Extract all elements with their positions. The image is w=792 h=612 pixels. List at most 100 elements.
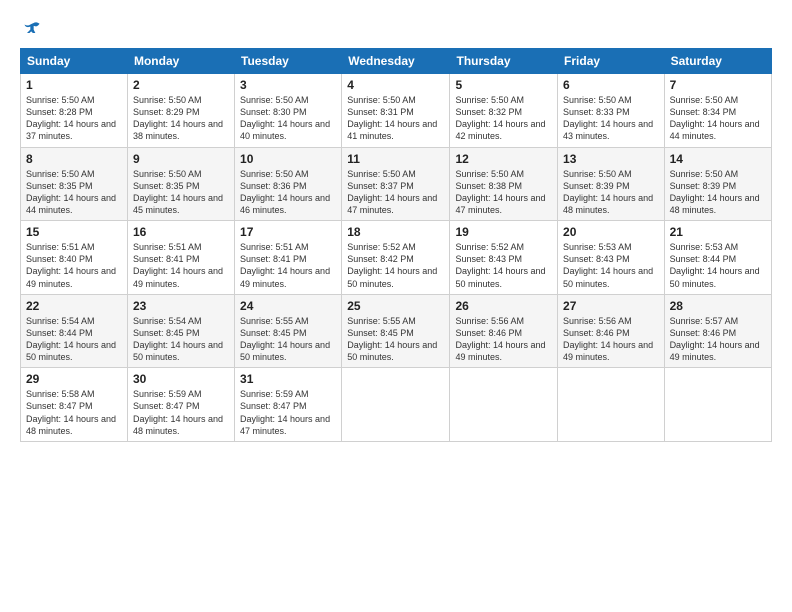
day-info: Sunrise: 5:50 AMSunset: 8:31 PMDaylight:… [347,94,444,143]
day-number: 6 [563,78,659,92]
table-row: 24 Sunrise: 5:55 AMSunset: 8:45 PMDayligh… [235,294,342,368]
day-number: 19 [455,225,552,239]
table-row: 12 Sunrise: 5:50 AMSunset: 8:38 PMDayligh… [450,147,558,221]
table-row: 4 Sunrise: 5:50 AMSunset: 8:31 PMDaylight… [342,74,450,148]
day-info: Sunrise: 5:50 AMSunset: 8:28 PMDaylight:… [26,94,122,143]
calendar-header-friday: Friday [558,49,665,74]
day-number: 7 [670,78,766,92]
day-info: Sunrise: 5:50 AMSunset: 8:38 PMDaylight:… [455,168,552,217]
day-number: 15 [26,225,122,239]
calendar-header-wednesday: Wednesday [342,49,450,74]
day-info: Sunrise: 5:59 AMSunset: 8:47 PMDaylight:… [240,388,336,437]
day-number: 25 [347,299,444,313]
table-row: 28 Sunrise: 5:57 AMSunset: 8:46 PMDayligh… [664,294,771,368]
day-info: Sunrise: 5:50 AMSunset: 8:29 PMDaylight:… [133,94,229,143]
logo-bird-icon [22,18,42,38]
day-number: 8 [26,152,122,166]
table-row: 6 Sunrise: 5:50 AMSunset: 8:33 PMDaylight… [558,74,665,148]
day-info: Sunrise: 5:50 AMSunset: 8:32 PMDaylight:… [455,94,552,143]
day-info: Sunrise: 5:50 AMSunset: 8:30 PMDaylight:… [240,94,336,143]
table-row: 22Sunrise: 5:54 AMSunset: 8:44 PMDayligh… [21,294,128,368]
day-number: 30 [133,372,229,386]
day-info: Sunrise: 5:55 AMSunset: 8:45 PMDaylight:… [347,315,444,364]
table-row: 18 Sunrise: 5:52 AMSunset: 8:42 PMDayligh… [342,221,450,295]
day-number: 5 [455,78,552,92]
day-number: 27 [563,299,659,313]
page: SundayMondayTuesdayWednesdayThursdayFrid… [0,0,792,612]
day-number: 12 [455,152,552,166]
table-row [450,368,558,442]
day-number: 20 [563,225,659,239]
day-number: 1 [26,78,122,92]
calendar-header-tuesday: Tuesday [235,49,342,74]
table-row: 7Sunrise: 5:50 AMSunset: 8:34 PMDaylight… [664,74,771,148]
day-number: 24 [240,299,336,313]
table-row: 31Sunrise: 5:59 AMSunset: 8:47 PMDayligh… [235,368,342,442]
day-info: Sunrise: 5:52 AMSunset: 8:42 PMDaylight:… [347,241,444,290]
table-row: 11Sunrise: 5:50 AMSunset: 8:37 PMDayligh… [342,147,450,221]
day-info: Sunrise: 5:55 AMSunset: 8:45 PMDaylight:… [240,315,336,364]
day-info: Sunrise: 5:52 AMSunset: 8:43 PMDaylight:… [455,241,552,290]
table-row: 9Sunrise: 5:50 AMSunset: 8:35 PMDaylight… [127,147,234,221]
day-info: Sunrise: 5:54 AMSunset: 8:45 PMDaylight:… [133,315,229,364]
table-row: 14 Sunrise: 5:50 AMSunset: 8:39 PMDayligh… [664,147,771,221]
day-number: 22 [26,299,122,313]
day-number: 2 [133,78,229,92]
day-number: 16 [133,225,229,239]
day-info: Sunrise: 5:59 AMSunset: 8:47 PMDaylight:… [133,388,229,437]
header [20,18,772,38]
table-row: 27 Sunrise: 5:56 AMSunset: 8:46 PMDayligh… [558,294,665,368]
table-row: 25 Sunrise: 5:55 AMSunset: 8:45 PMDayligh… [342,294,450,368]
table-row: 3 Sunrise: 5:50 AMSunset: 8:30 PMDaylight… [235,74,342,148]
table-row: 13 Sunrise: 5:50 AMSunset: 8:39 PMDayligh… [558,147,665,221]
table-row: 21 Sunrise: 5:53 AMSunset: 8:44 PMDayligh… [664,221,771,295]
table-row: 26 Sunrise: 5:56 AMSunset: 8:46 PMDayligh… [450,294,558,368]
day-info: Sunrise: 5:53 AMSunset: 8:43 PMDaylight:… [563,241,659,290]
table-row: 1 Sunrise: 5:50 AMSunset: 8:28 PMDaylight… [21,74,128,148]
day-number: 10 [240,152,336,166]
day-number: 18 [347,225,444,239]
calendar-header-sunday: Sunday [21,49,128,74]
calendar-header-saturday: Saturday [664,49,771,74]
day-info: Sunrise: 5:56 AMSunset: 8:46 PMDaylight:… [563,315,659,364]
day-info: Sunrise: 5:50 AMSunset: 8:37 PMDaylight:… [347,168,444,217]
table-row: 19 Sunrise: 5:52 AMSunset: 8:43 PMDayligh… [450,221,558,295]
day-number: 21 [670,225,766,239]
calendar-table: SundayMondayTuesdayWednesdayThursdayFrid… [20,48,772,442]
day-info: Sunrise: 5:51 AMSunset: 8:41 PMDaylight:… [240,241,336,290]
day-number: 26 [455,299,552,313]
table-row: 5 Sunrise: 5:50 AMSunset: 8:32 PMDaylight… [450,74,558,148]
day-number: 3 [240,78,336,92]
day-number: 28 [670,299,766,313]
table-row [664,368,771,442]
calendar-header-thursday: Thursday [450,49,558,74]
table-row: 17 Sunrise: 5:51 AMSunset: 8:41 PMDayligh… [235,221,342,295]
calendar-header-monday: Monday [127,49,234,74]
day-number: 4 [347,78,444,92]
day-info: Sunrise: 5:58 AMSunset: 8:47 PMDaylight:… [26,388,122,437]
day-info: Sunrise: 5:50 AMSunset: 8:39 PMDaylight:… [563,168,659,217]
day-info: Sunrise: 5:50 AMSunset: 8:36 PMDaylight:… [240,168,336,217]
day-info: Sunrise: 5:56 AMSunset: 8:46 PMDaylight:… [455,315,552,364]
day-number: 23 [133,299,229,313]
table-row: 29 Sunrise: 5:58 AMSunset: 8:47 PMDayligh… [21,368,128,442]
day-info: Sunrise: 5:50 AMSunset: 8:35 PMDaylight:… [133,168,229,217]
day-number: 17 [240,225,336,239]
day-info: Sunrise: 5:57 AMSunset: 8:46 PMDaylight:… [670,315,766,364]
logo [20,18,42,38]
day-number: 14 [670,152,766,166]
day-number: 29 [26,372,122,386]
table-row: 15 Sunrise: 5:51 AMSunset: 8:40 PMDayligh… [21,221,128,295]
table-row: 8 Sunrise: 5:50 AMSunset: 8:35 PMDaylight… [21,147,128,221]
day-number: 13 [563,152,659,166]
table-row: 16 Sunrise: 5:51 AMSunset: 8:41 PMDayligh… [127,221,234,295]
day-info: Sunrise: 5:51 AMSunset: 8:40 PMDaylight:… [26,241,122,290]
day-info: Sunrise: 5:51 AMSunset: 8:41 PMDaylight:… [133,241,229,290]
table-row [558,368,665,442]
day-info: Sunrise: 5:50 AMSunset: 8:33 PMDaylight:… [563,94,659,143]
table-row: 10 Sunrise: 5:50 AMSunset: 8:36 PMDayligh… [235,147,342,221]
day-info: Sunrise: 5:50 AMSunset: 8:39 PMDaylight:… [670,168,766,217]
day-info: Sunrise: 5:53 AMSunset: 8:44 PMDaylight:… [670,241,766,290]
table-row: 20 Sunrise: 5:53 AMSunset: 8:43 PMDayligh… [558,221,665,295]
day-info: Sunrise: 5:50 AMSunset: 8:35 PMDaylight:… [26,168,122,217]
